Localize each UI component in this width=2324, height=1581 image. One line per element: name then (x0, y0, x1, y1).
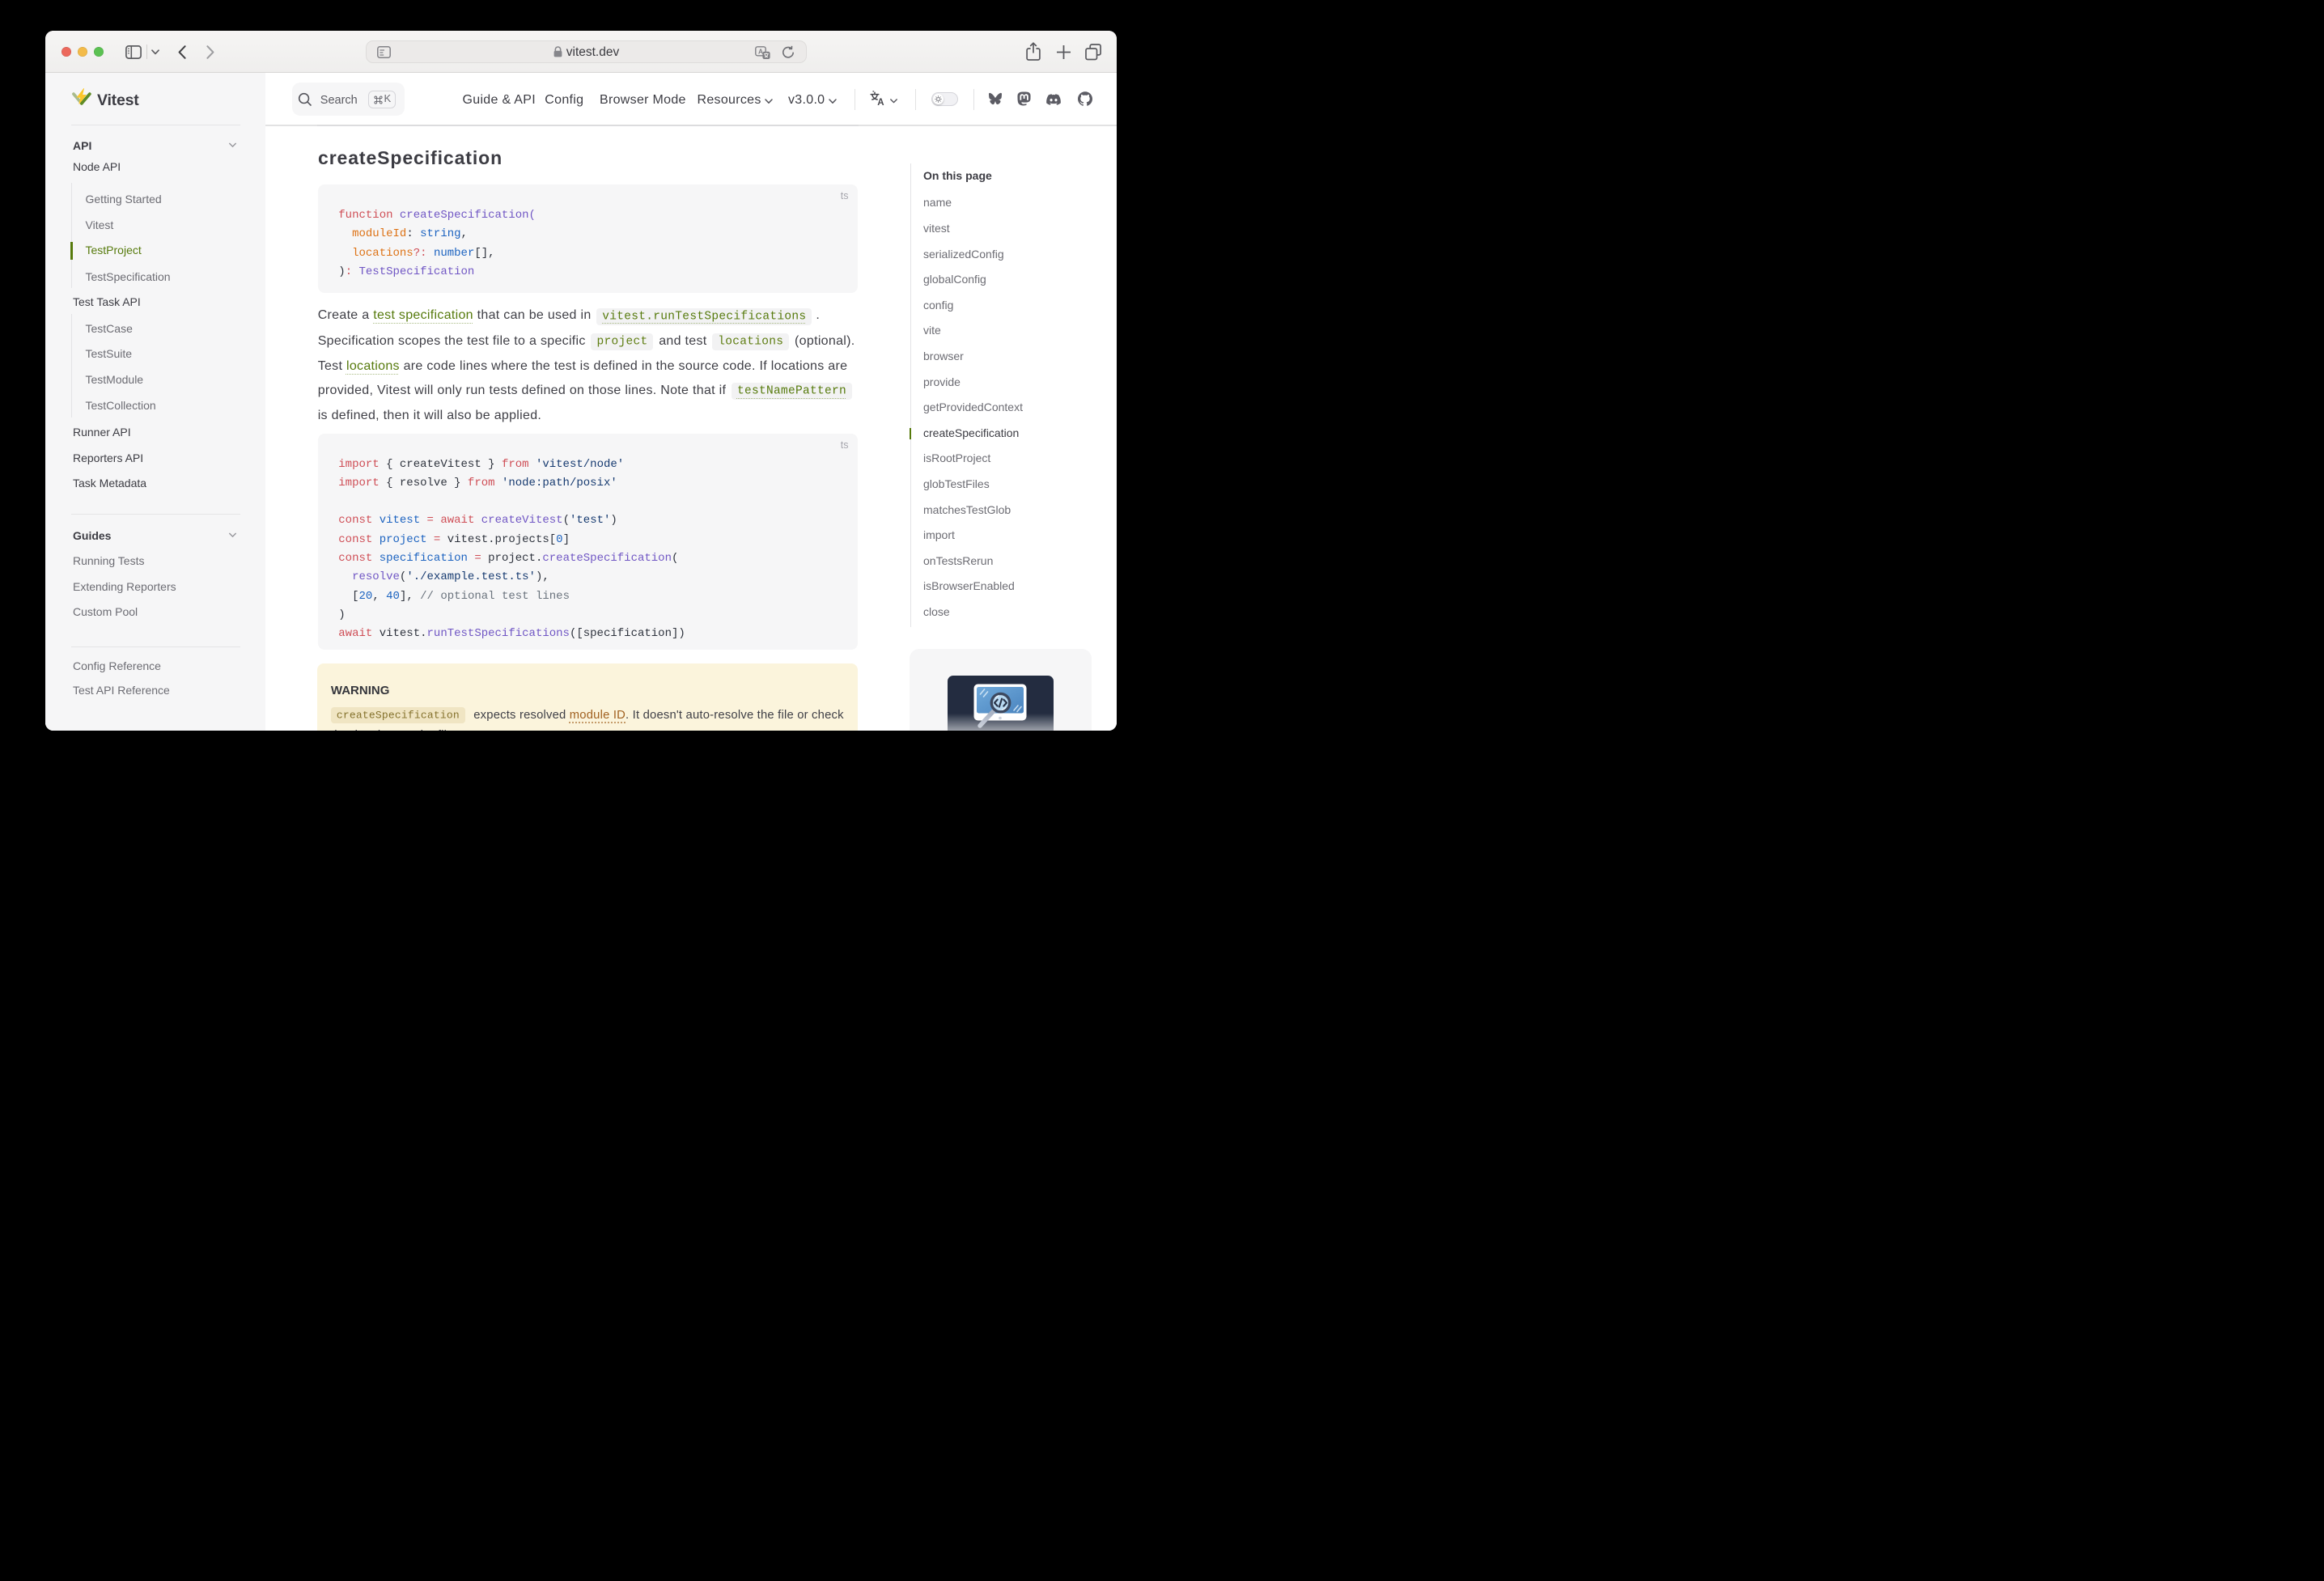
svg-text:A: A (877, 98, 884, 106)
svg-text:A: A (758, 47, 763, 55)
